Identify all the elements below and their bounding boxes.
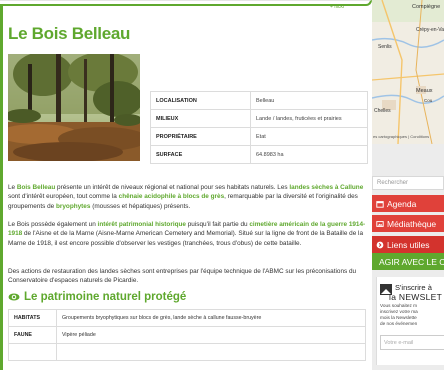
- newsletter-title-line1: S'inscrire à: [395, 283, 432, 292]
- map-label: Cou: [424, 98, 433, 103]
- section-title-text: Le patrimoine naturel protégé: [24, 291, 187, 303]
- patrimoine-value: Groupements bryophytiques sur blocs de g…: [56, 309, 366, 327]
- interet-historique-link[interactable]: intérêt patrimonial historique: [98, 221, 186, 228]
- text: puisqu'il fait partie du: [185, 221, 250, 228]
- media-label: Médiathèque: [387, 218, 437, 229]
- map-label: Meaux: [416, 88, 433, 94]
- agenda-button[interactable]: Agenda: [372, 195, 444, 212]
- patrimoine-key: HABITATS: [8, 309, 57, 327]
- info-key: MILIEUX: [150, 109, 251, 128]
- text: présente un intérêt de niveaux régional …: [55, 184, 290, 191]
- newsletter-description: Vous souhaitez m inscrivez votre ma mois…: [380, 303, 418, 326]
- table-row: PROPRIÉTAIRE Etat: [150, 127, 368, 146]
- email-field[interactable]: Votre e-mail: [380, 335, 444, 350]
- bryophytes-link[interactable]: bryophytes: [56, 203, 90, 210]
- chenaie-link[interactable]: chênaie acidophile à blocs de grès: [119, 193, 224, 200]
- info-value: Lande / landes, fruticées et prairies: [250, 109, 368, 128]
- left-border: [0, 6, 3, 370]
- image-icon: [376, 220, 384, 227]
- map-credit[interactable]: es cartographiques | Conditions: [373, 134, 429, 139]
- agir-label: AGIR AVEC LE CO: [379, 256, 444, 267]
- info-value: Belleau: [250, 91, 368, 110]
- newsletter-title-line2: la NEWSLET: [389, 292, 443, 302]
- search-input[interactable]: Rechercher: [372, 176, 444, 190]
- landes-link[interactable]: landes sèches à Callune: [289, 184, 363, 191]
- agenda-label: Agenda: [387, 198, 417, 209]
- calendar-icon: [376, 200, 384, 208]
- info-table: LOCALISATION Belleau MILIEUX Lande / lan…: [150, 91, 368, 164]
- patrimoine-key: FAUNE: [8, 326, 57, 344]
- text: Le Bois possède également un: [8, 221, 98, 228]
- text: de l'Aisne et de la Marne (Aisne-Marne A…: [8, 230, 364, 247]
- info-key: LOCALISATION: [150, 91, 251, 110]
- intro-paragraph: Le Bois Belleau présente un intérêt de n…: [8, 183, 366, 211]
- patrimoine-key: [8, 343, 57, 361]
- header-frame: [0, 0, 372, 6]
- history-paragraph: Le Bois possède également un intérêt pat…: [8, 220, 366, 248]
- text: (mousses et hépatiques) présents.: [90, 202, 191, 210]
- flickr-link[interactable]: + flickr: [330, 4, 345, 10]
- info-value: 64.8983 ha: [250, 145, 368, 164]
- text: sont d'intérêt européen, tout comme la: [8, 193, 119, 201]
- map-label: Compiègne: [412, 4, 440, 10]
- table-row: LOCALISATION Belleau: [150, 91, 368, 110]
- page-title: Le Bois Belleau: [8, 24, 131, 43]
- table-row: SURFACE 64.8983 ha: [150, 145, 368, 164]
- table-row: FAUNE Vipère péliade: [8, 326, 366, 344]
- info-value: Etat: [250, 127, 368, 146]
- table-row: [8, 343, 366, 361]
- media-button[interactable]: Médiathèque: [372, 215, 444, 232]
- map-label: Senlis: [378, 44, 392, 50]
- table-row: HABITATS Groupements bryophytiques sur b…: [8, 309, 366, 327]
- patrimoine-value: Vipère péliade: [56, 326, 366, 344]
- arrow-circle-icon: [376, 241, 384, 248]
- links-button[interactable]: Liens utiles: [372, 236, 444, 253]
- newsletter-box: S'inscrire à la NEWSLET Vous souhaitez m…: [376, 277, 444, 365]
- agir-button[interactable]: AGIR AVEC LE CO: [372, 253, 444, 270]
- map-label: Crépy-en-Va: [416, 27, 444, 33]
- site-photo: [8, 54, 140, 161]
- eye-icon: [8, 293, 20, 301]
- table-row: MILIEUX Lande / landes, fruticées et pra…: [150, 109, 368, 128]
- patrimoine-value: [56, 343, 366, 361]
- links-label: Liens utiles: [387, 239, 430, 250]
- main-content: + flickr Le Bois Belleau LOCALISATION Be…: [0, 0, 372, 370]
- actions-paragraph: Des actions de restauration des landes s…: [8, 268, 357, 285]
- info-key: SURFACE: [150, 145, 251, 164]
- section-title: Le patrimoine naturel protégé: [8, 291, 186, 303]
- info-key: PROPRIÉTAIRE: [150, 127, 251, 146]
- patrimoine-table: HABITATS Groupements bryophytiques sur b…: [8, 309, 366, 361]
- map-widget[interactable]: Compiègne Crépy-en-Va Senlis Meaux Chell…: [372, 0, 444, 144]
- map-label: Chelles: [374, 108, 391, 114]
- sidebar: Compiègne Crépy-en-Va Senlis Meaux Chell…: [372, 0, 444, 370]
- bois-belleau-link[interactable]: Bois Belleau: [17, 184, 55, 191]
- text: Le: [8, 184, 17, 191]
